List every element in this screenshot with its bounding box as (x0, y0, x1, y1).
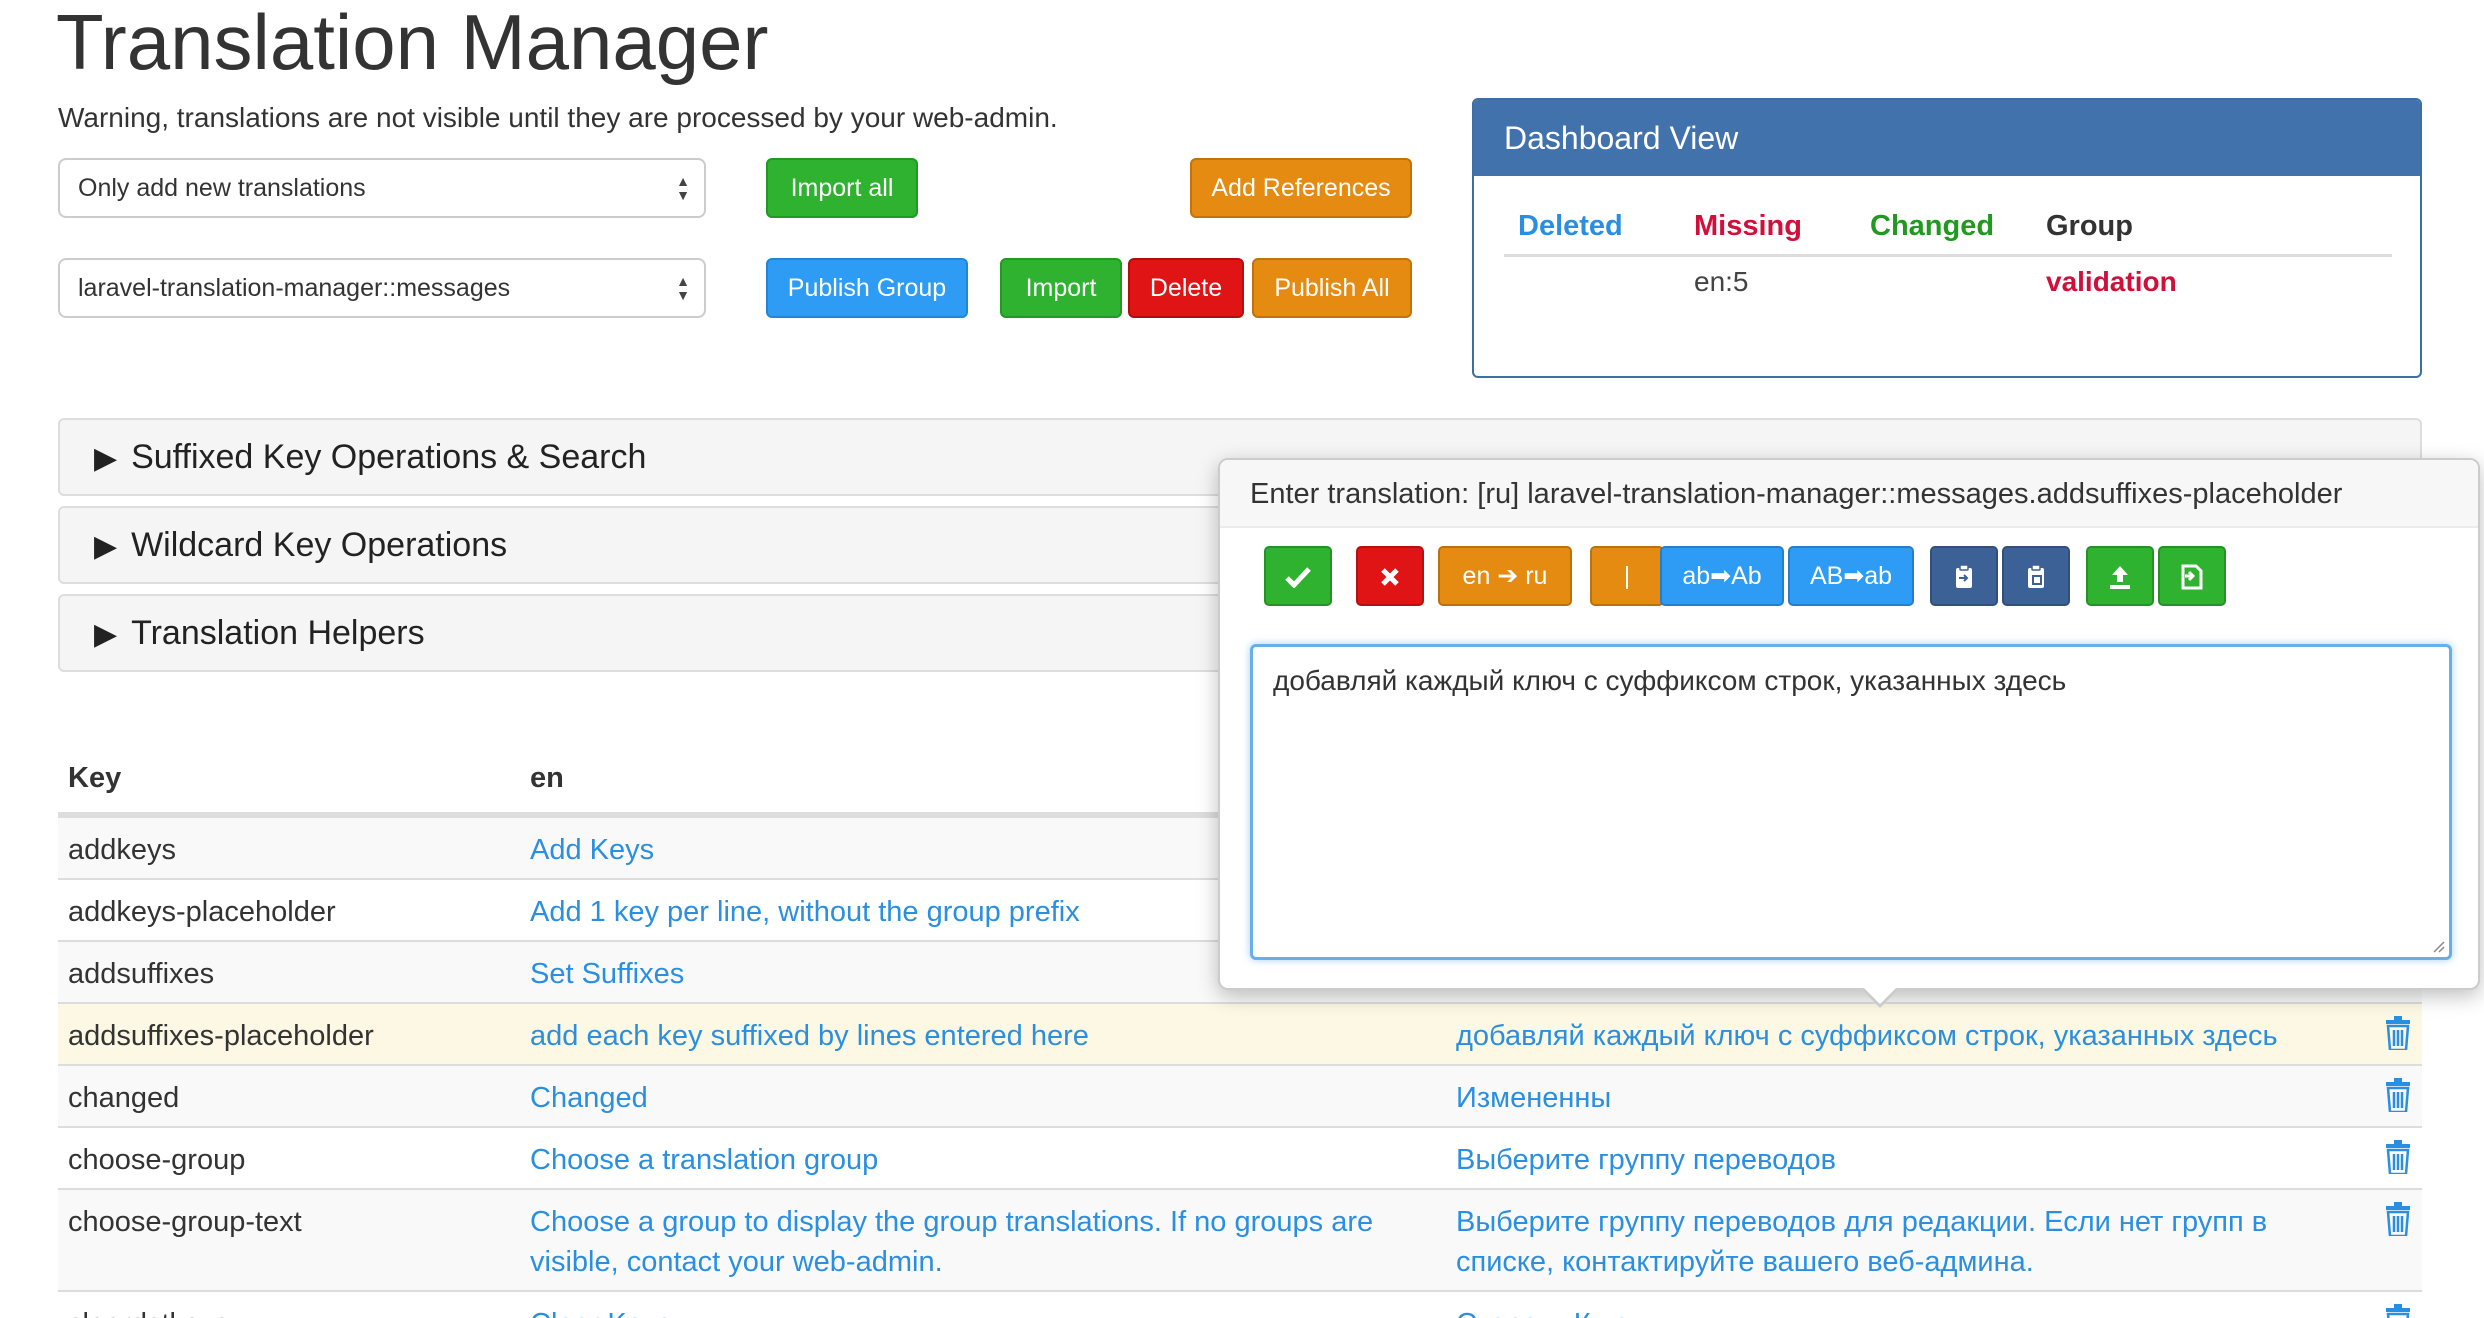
copy-button[interactable] (1930, 546, 1998, 606)
import-mode-select[interactable]: Only add new translations ▲ ▼ (58, 158, 706, 218)
translation-textarea-value: добавляй каждый ключ с суффиксом строк, … (1273, 665, 2067, 696)
select-arrows-icon: ▲ ▼ (676, 273, 690, 303)
dashboard-header-changed: Changed (1870, 210, 1995, 242)
paste-button[interactable] (2002, 546, 2070, 606)
section-label: Wildcard Key Operations (131, 526, 508, 564)
row-ru-link[interactable]: Выберите группу переводов для редакции. … (1456, 1202, 2336, 1282)
table-row: cleardstkeys Clear Keys Стереть Ключи (58, 1290, 2422, 1318)
section-label: Suffixed Key Operations & Search (131, 438, 647, 476)
capitalize-button[interactable]: ab➡Ab (1660, 546, 1784, 606)
expand-triangle-icon: ▶ (94, 618, 118, 651)
dashboard-divider (1504, 254, 2392, 257)
save-icon (2181, 564, 2203, 590)
clipboard-paste-icon (2028, 564, 2044, 589)
row-en-link[interactable]: Choose a group to display the group tran… (530, 1202, 1410, 1282)
row-ru-link[interactable]: Стереть Ключи (1456, 1304, 2336, 1318)
delete-button[interactable]: Delete (1128, 258, 1244, 318)
lowercase-button[interactable]: AB➡ab (1788, 546, 1914, 606)
import-button[interactable]: Import (1000, 258, 1122, 318)
pipe-button[interactable]: | (1590, 546, 1664, 606)
table-row: choose-group Choose a translation group … (58, 1126, 2422, 1188)
publish-all-button[interactable]: Publish All (1252, 258, 1412, 318)
dashboard-group-link[interactable]: validation (2046, 266, 2177, 298)
publish-group-button[interactable]: Publish Group (766, 258, 968, 318)
dashboard-header-deleted: Deleted (1518, 210, 1623, 242)
trash-icon[interactable] (2384, 1140, 2412, 1174)
select-arrows-icon: ▲ ▼ (676, 173, 690, 203)
save-translation-button[interactable] (1264, 546, 1332, 606)
translation-textarea[interactable]: добавляй каждый ключ с суффиксом строк, … (1250, 644, 2452, 960)
row-ru-link[interactable]: добавляй каждый ключ с суффиксом строк, … (1456, 1016, 2336, 1056)
warning-text: Warning, translations are not visible un… (58, 102, 1058, 133)
table-header-key: Key (68, 762, 122, 794)
row-key: choose-group (68, 1144, 246, 1176)
resize-grip-icon[interactable] (2429, 937, 2445, 953)
trash-icon[interactable] (2384, 1304, 2412, 1318)
cancel-translation-button[interactable] (1356, 546, 1424, 606)
add-references-button[interactable]: Add References (1190, 158, 1412, 218)
dashboard-title: Dashboard View (1474, 100, 2420, 176)
check-icon (1285, 567, 1311, 589)
table-header-en: en (530, 762, 564, 794)
trash-icon[interactable] (2384, 1078, 2412, 1112)
upload-button[interactable] (2086, 546, 2154, 606)
clipboard-copy-icon (1956, 564, 1972, 589)
row-ru-link[interactable]: Измененны (1456, 1078, 2336, 1118)
dashboard-panel: Dashboard View Deleted Missing Changed G… (1472, 98, 2422, 378)
dashboard-header-group: Group (2046, 210, 2133, 242)
row-key: addsuffixes (68, 958, 215, 990)
translation-popover: Enter translation: [ru] laravel-translat… (1218, 458, 2480, 1008)
row-key: changed (68, 1082, 180, 1114)
upload-icon (2110, 566, 2130, 590)
row-ru-link[interactable]: Выберите группу переводов (1456, 1140, 2336, 1180)
import-mode-select-value: Only add new translations (78, 174, 366, 202)
expand-triangle-icon: ▶ (94, 442, 118, 475)
translate-en-ru-button[interactable]: en ➔ ru (1438, 546, 1572, 606)
save-all-button[interactable] (2158, 546, 2226, 606)
expand-triangle-icon: ▶ (94, 530, 118, 563)
table-row: choose-group-text Choose a group to disp… (58, 1188, 2422, 1290)
popover-title: Enter translation: [ru] laravel-translat… (1220, 460, 2478, 528)
row-key: addkeys-placeholder (68, 896, 336, 928)
dashboard-missing-value: en:5 (1694, 266, 1749, 297)
row-key: cleardstkeys (68, 1304, 229, 1318)
trash-icon[interactable] (2384, 1202, 2412, 1236)
group-select[interactable]: laravel-translation-manager::messages ▲ ▼ (58, 258, 706, 318)
row-en-link[interactable]: Clear Keys (530, 1304, 1410, 1318)
row-key: choose-group-text (68, 1206, 302, 1238)
section-label: Translation Helpers (131, 614, 425, 652)
page-title: Translation Manager (56, 0, 769, 86)
import-all-button[interactable]: Import all (766, 158, 918, 218)
table-row: changed Changed Измененны (58, 1064, 2422, 1126)
x-icon (1381, 568, 1399, 587)
row-key: addsuffixes-placeholder (68, 1020, 374, 1052)
dashboard-header-missing: Missing (1694, 210, 1802, 242)
row-key: addkeys (68, 834, 177, 866)
popover-caret-inner (1862, 986, 1898, 1004)
group-select-value: laravel-translation-manager::messages (78, 274, 511, 302)
row-en-link[interactable]: Choose a translation group (530, 1140, 1410, 1180)
row-en-link[interactable]: Changed (530, 1078, 1410, 1118)
table-row-selected: addsuffixes-placeholder add each key suf… (58, 1002, 2422, 1064)
trash-icon[interactable] (2384, 1016, 2412, 1050)
row-en-link[interactable]: add each key suffixed by lines entered h… (530, 1016, 1410, 1056)
